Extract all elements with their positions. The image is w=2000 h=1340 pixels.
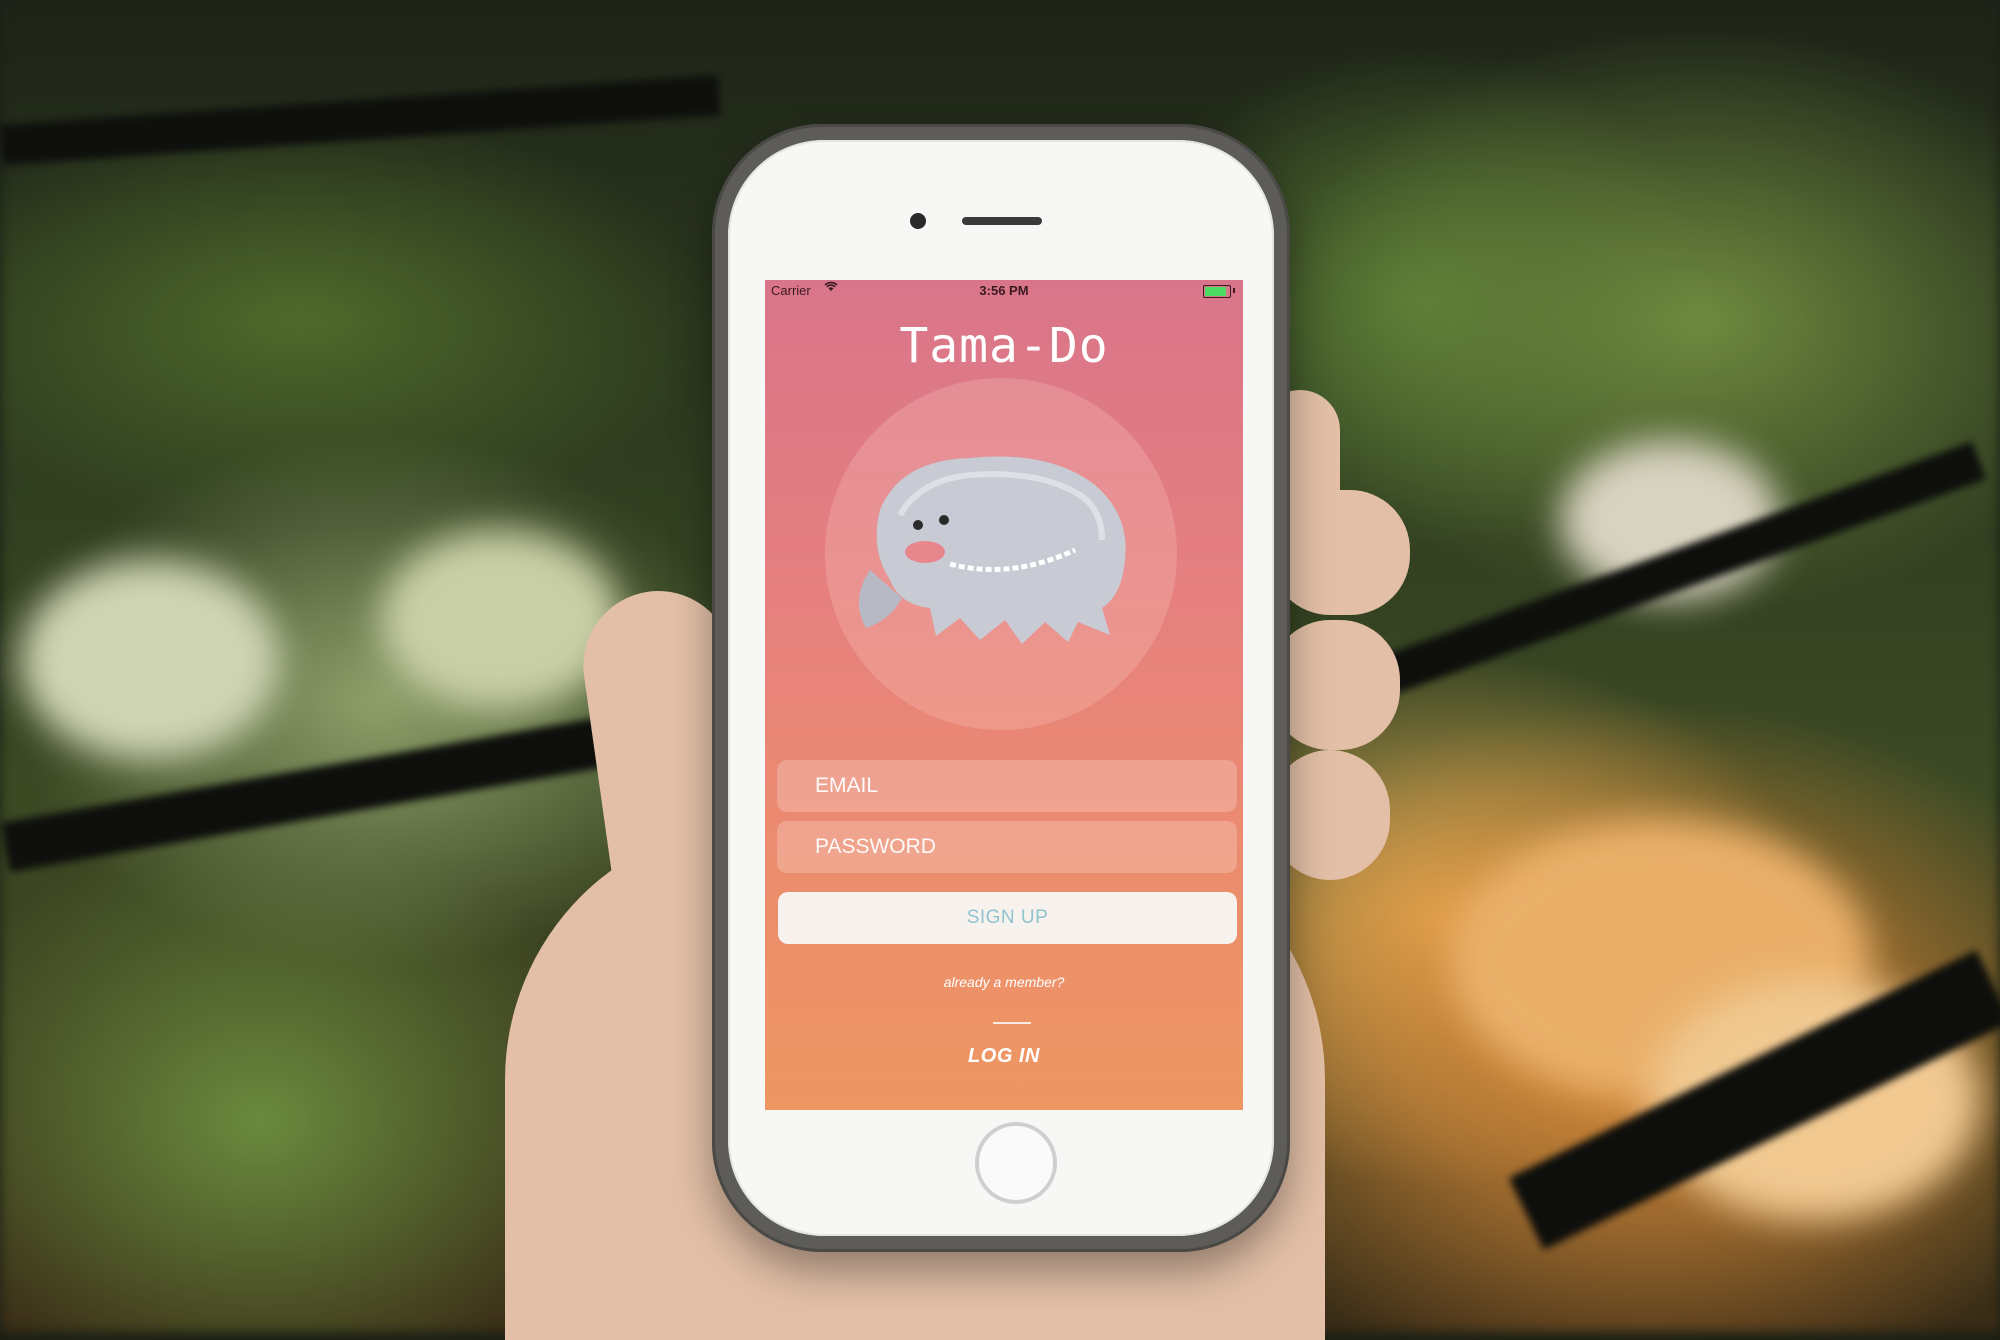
clock: 3:56 PM bbox=[979, 283, 1029, 298]
battery-icon bbox=[1203, 285, 1231, 298]
sign-up-button[interactable]: SIGN UP bbox=[778, 892, 1237, 944]
background-produce bbox=[380, 530, 620, 710]
password-field[interactable] bbox=[777, 821, 1237, 873]
already-member-text: already a member? bbox=[943, 974, 1065, 990]
background-produce bbox=[20, 560, 280, 760]
battery-cap bbox=[1233, 288, 1235, 293]
home-button[interactable] bbox=[975, 1122, 1057, 1204]
finger bbox=[1270, 490, 1410, 615]
log-in-link[interactable]: LOG IN bbox=[765, 1045, 1243, 1068]
front-camera bbox=[910, 213, 926, 229]
app-title: Tama-Do bbox=[899, 318, 1109, 374]
email-field[interactable] bbox=[777, 760, 1237, 812]
password-input[interactable] bbox=[777, 821, 1237, 873]
app-screen: Carrier 3:56 PM Tama-Do SIGN UP already … bbox=[765, 280, 1243, 1110]
divider bbox=[993, 1022, 1031, 1024]
monster-mascot-icon bbox=[858, 456, 1126, 644]
email-input[interactable] bbox=[777, 760, 1237, 812]
status-bar: Carrier 3:56 PM bbox=[765, 280, 1243, 302]
earpiece-speaker bbox=[962, 217, 1042, 225]
battery-level bbox=[1205, 287, 1226, 296]
